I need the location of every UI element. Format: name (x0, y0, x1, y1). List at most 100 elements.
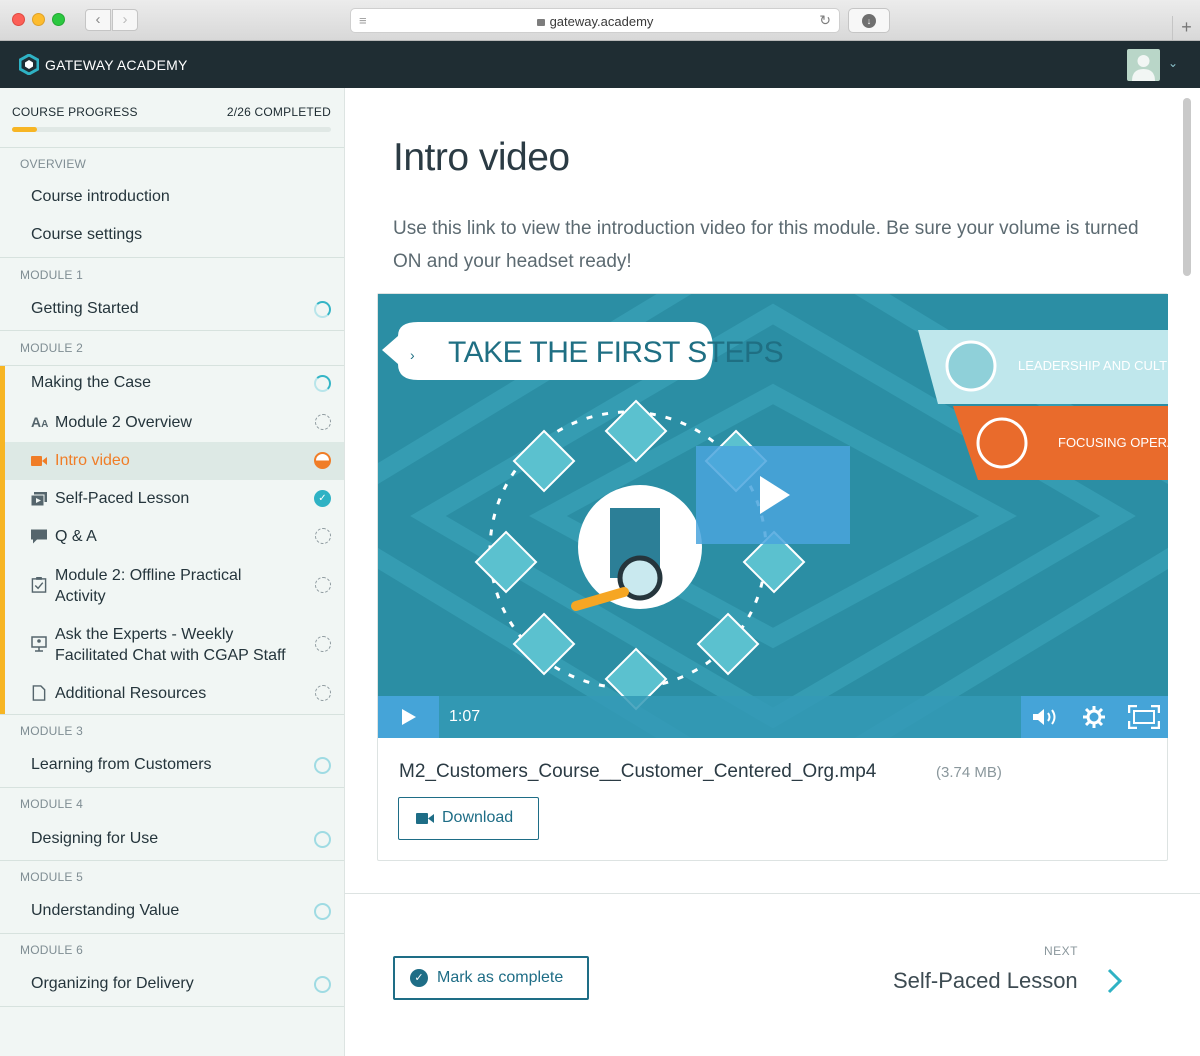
video-playlist-icon (31, 492, 47, 507)
sidebar-item-making-the-case[interactable]: Making the Case (0, 374, 344, 396)
sidebar-item-label: Intro video (55, 452, 130, 469)
user-silhouette-icon (1132, 55, 1155, 81)
sidebar-item-label: Module 2 Overview (55, 414, 192, 431)
gateway-logo-icon[interactable] (19, 54, 39, 75)
section-heading-module-1: MODULE 1 (20, 268, 83, 282)
sidebar-item-q-and-a[interactable]: Q & A (0, 526, 344, 548)
chevron-right-icon: › (122, 11, 128, 28)
section-divider (0, 860, 344, 861)
sidebar-item-learning-from-customers[interactable]: Learning from Customers (0, 756, 344, 778)
sidebar-item-offline-practical-activity[interactable]: Module 2: Offline Practical Activity (0, 565, 344, 609)
section-divider (0, 330, 344, 331)
sidebar-item-course-settings[interactable]: Course settings (0, 226, 344, 248)
section-divider (0, 714, 344, 715)
sidebar-item-course-introduction[interactable]: Course introduction (0, 188, 344, 210)
video-tag-focusing: FOCUSING OPERATIO (1058, 435, 1168, 450)
mark-complete-label: Mark as complete (437, 969, 564, 986)
sidebar-item-designing-for-use[interactable]: Designing for Use (0, 830, 344, 852)
mark-complete-button[interactable]: ✓ Mark as complete (393, 956, 589, 1000)
status-not-started-icon (314, 976, 331, 993)
sidebar-item-label: Module 2: Offline Practical Activity (55, 567, 242, 605)
minimize-window-button[interactable] (32, 13, 45, 26)
sidebar-item-additional-resources[interactable]: Additional Resources (0, 683, 344, 705)
download-button-label: Download (442, 809, 514, 826)
sidebar-item-ask-the-experts[interactable]: Ask the Experts - Weekly Facilitated Cha… (0, 624, 344, 668)
chevron-left-icon: ‹ (95, 11, 101, 28)
video-player[interactable]: › TAKE THE FIRST STEPS LEADERSHIP AND CU… (378, 294, 1168, 738)
video-time: 1:07 (449, 708, 481, 725)
lesson-content: Intro video Use this link to view the in… (345, 88, 1200, 1056)
sidebar-item-label: Q & A (55, 528, 97, 545)
section-divider (0, 1006, 344, 1007)
status-not-started-icon (315, 414, 331, 430)
volume-icon[interactable] (1033, 707, 1059, 727)
sidebar-item-understanding-value[interactable]: Understanding Value (0, 902, 344, 924)
sidebar-item-label: Course settings (31, 226, 143, 243)
lesson-description: Use this link to view the introduction v… (393, 218, 1139, 272)
downloads-button[interactable]: ↓ (848, 8, 890, 33)
status-in-progress-icon (314, 301, 331, 318)
sidebar-item-organizing-for-delivery[interactable]: Organizing for Delivery (0, 975, 344, 997)
forward-button[interactable]: › (112, 9, 138, 31)
maximize-window-button[interactable] (52, 13, 65, 26)
status-half-complete-icon (314, 452, 331, 469)
fullscreen-icon[interactable] (1128, 705, 1160, 729)
status-complete-check-icon: ✓ (314, 490, 331, 507)
sidebar-item-label: Additional Resources (55, 685, 207, 702)
address-bar[interactable]: ≡ gateway.academy ↻ (350, 8, 840, 33)
next-lesson-link[interactable]: Self-Paced Lesson (893, 968, 1078, 994)
section-divider (0, 787, 344, 788)
section-divider (0, 933, 344, 934)
play-icon (402, 709, 416, 725)
video-right-controls (1021, 696, 1168, 738)
app-header: GATEWAY ACADEMY ⌄ (0, 41, 1200, 88)
course-progress: COURSE PROGRESS 2/26 COMPLETED (0, 88, 344, 148)
url-display[interactable]: gateway.academy (351, 14, 839, 29)
video-controls: 1:07 (378, 696, 1168, 738)
close-window-button[interactable] (12, 13, 25, 26)
control-play-button[interactable] (378, 696, 439, 738)
section-heading-module-4: MODULE 4 (20, 797, 83, 811)
sidebar-item-module-2-overview[interactable]: AA Module 2 Overview (0, 412, 344, 434)
back-button[interactable]: ‹ (85, 9, 111, 31)
status-not-started-icon (314, 903, 331, 920)
check-icon: ✓ (410, 969, 428, 987)
new-tab-button[interactable]: + (1172, 16, 1200, 40)
brand-name[interactable]: GATEWAY ACADEMY (45, 57, 188, 73)
file-size: (3.74 MB) (936, 764, 1002, 781)
status-not-started-icon (315, 528, 331, 544)
reload-icon[interactable]: ↻ (819, 12, 831, 29)
section-divider (0, 365, 344, 366)
download-arrow-icon: ↓ (862, 14, 876, 28)
content-divider (345, 893, 1200, 894)
download-button[interactable]: Download (398, 797, 539, 840)
section-heading-module-5: MODULE 5 (20, 870, 83, 884)
sidebar-item-label: Self-Paced Lesson (55, 490, 190, 507)
document-icon (32, 685, 46, 701)
status-not-started-icon (314, 757, 331, 774)
chevron-down-icon[interactable]: ⌄ (1168, 56, 1178, 70)
sidebar-item-self-paced-lesson[interactable]: Self-Paced Lesson ✓ (0, 488, 344, 510)
settings-gear-icon[interactable] (1083, 706, 1105, 728)
sidebar-item-label: Understanding Value (31, 902, 180, 919)
video-camera-icon (31, 456, 47, 466)
chevron-right-icon[interactable] (1105, 967, 1125, 995)
page-title: Intro video (393, 136, 570, 179)
next-lesson-kicker: NEXT (1044, 944, 1079, 958)
video-card: › TAKE THE FIRST STEPS LEADERSHIP AND CU… (377, 293, 1168, 861)
progress-count: 2/26 COMPLETED (226, 105, 331, 119)
user-avatar[interactable] (1127, 49, 1160, 81)
sidebar-item-label: Making the Case (31, 374, 152, 391)
status-in-progress-icon (314, 375, 331, 392)
presentation-board-icon (31, 636, 47, 652)
status-not-started-icon (314, 831, 331, 848)
play-icon[interactable] (756, 474, 792, 516)
status-not-started-icon (315, 577, 331, 593)
scrollbar-thumb[interactable] (1183, 98, 1191, 276)
file-name: M2_Customers_Course__Customer_Centered_O… (399, 761, 877, 782)
sidebar-item-getting-started[interactable]: Getting Started (0, 300, 344, 322)
sidebar-item-label: Getting Started (31, 300, 139, 317)
sidebar-item-intro-video[interactable]: Intro video (0, 450, 344, 472)
sidebar-item-label: Organizing for Delivery (31, 975, 194, 992)
sidebar-item-label: Ask the Experts - Weekly Facilitated Cha… (55, 626, 286, 664)
